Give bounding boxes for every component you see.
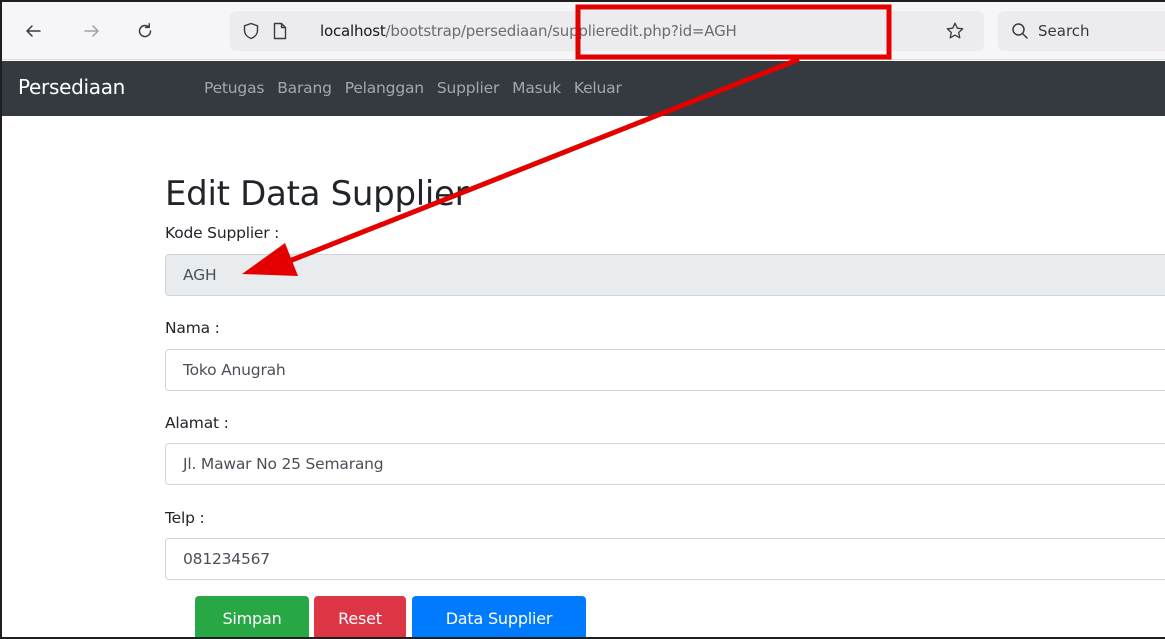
nav-link-masuk[interactable]: Masuk (512, 79, 561, 97)
telp-field[interactable]: 081234567 (165, 538, 1165, 580)
search-placeholder: Search (1038, 22, 1090, 40)
reload-icon[interactable] (132, 18, 158, 44)
back-arrow-icon[interactable] (20, 18, 46, 44)
simpan-button[interactable]: Simpan (195, 596, 309, 637)
kode-supplier-field[interactable]: AGH (165, 254, 1165, 296)
alamat-field[interactable]: Jl. Mawar No 25 Semarang (165, 443, 1165, 485)
kode-supplier-label: Kode Supplier : (165, 224, 280, 242)
browser-toolbar: localhost/bootstrap/persediaan/suppliere… (2, 2, 1165, 60)
data-supplier-button[interactable]: Data Supplier (412, 596, 586, 637)
nav-link-keluar[interactable]: Keluar (574, 79, 622, 97)
page-icon (273, 22, 287, 40)
bookmark-star-icon[interactable] (945, 21, 965, 41)
navbar-links: Petugas Barang Pelanggan Supplier Masuk … (204, 79, 635, 97)
url-host: localhost (320, 22, 386, 40)
nama-field[interactable]: Toko Anugrah (165, 349, 1165, 391)
app-navbar: Persediaan Petugas Barang Pelanggan Supp… (2, 61, 1165, 116)
browser-search-box[interactable]: Search (998, 11, 1165, 51)
forward-arrow-icon[interactable] (79, 18, 105, 44)
navbar-brand[interactable]: Persediaan (18, 75, 125, 99)
nav-link-barang[interactable]: Barang (277, 79, 332, 97)
search-icon (1012, 23, 1028, 39)
page-title: Edit Data Supplier (165, 174, 469, 214)
nav-link-petugas[interactable]: Petugas (204, 79, 264, 97)
address-bar[interactable]: localhost/bootstrap/persediaan/suppliere… (230, 11, 984, 51)
nama-label: Nama : (165, 319, 220, 337)
shield-icon[interactable] (242, 22, 260, 40)
screenshot-frame: localhost/bootstrap/persediaan/suppliere… (0, 0, 1165, 639)
alamat-label: Alamat : (165, 414, 229, 432)
url-path: /bootstrap/persediaan/supplieredit.php?i… (385, 22, 737, 40)
reset-button[interactable]: Reset (314, 596, 406, 637)
url-text[interactable]: localhost/bootstrap/persediaan/suppliere… (320, 21, 737, 41)
nav-link-pelanggan[interactable]: Pelanggan (345, 79, 424, 97)
telp-label: Telp : (165, 509, 205, 527)
nav-link-supplier[interactable]: Supplier (437, 79, 499, 97)
